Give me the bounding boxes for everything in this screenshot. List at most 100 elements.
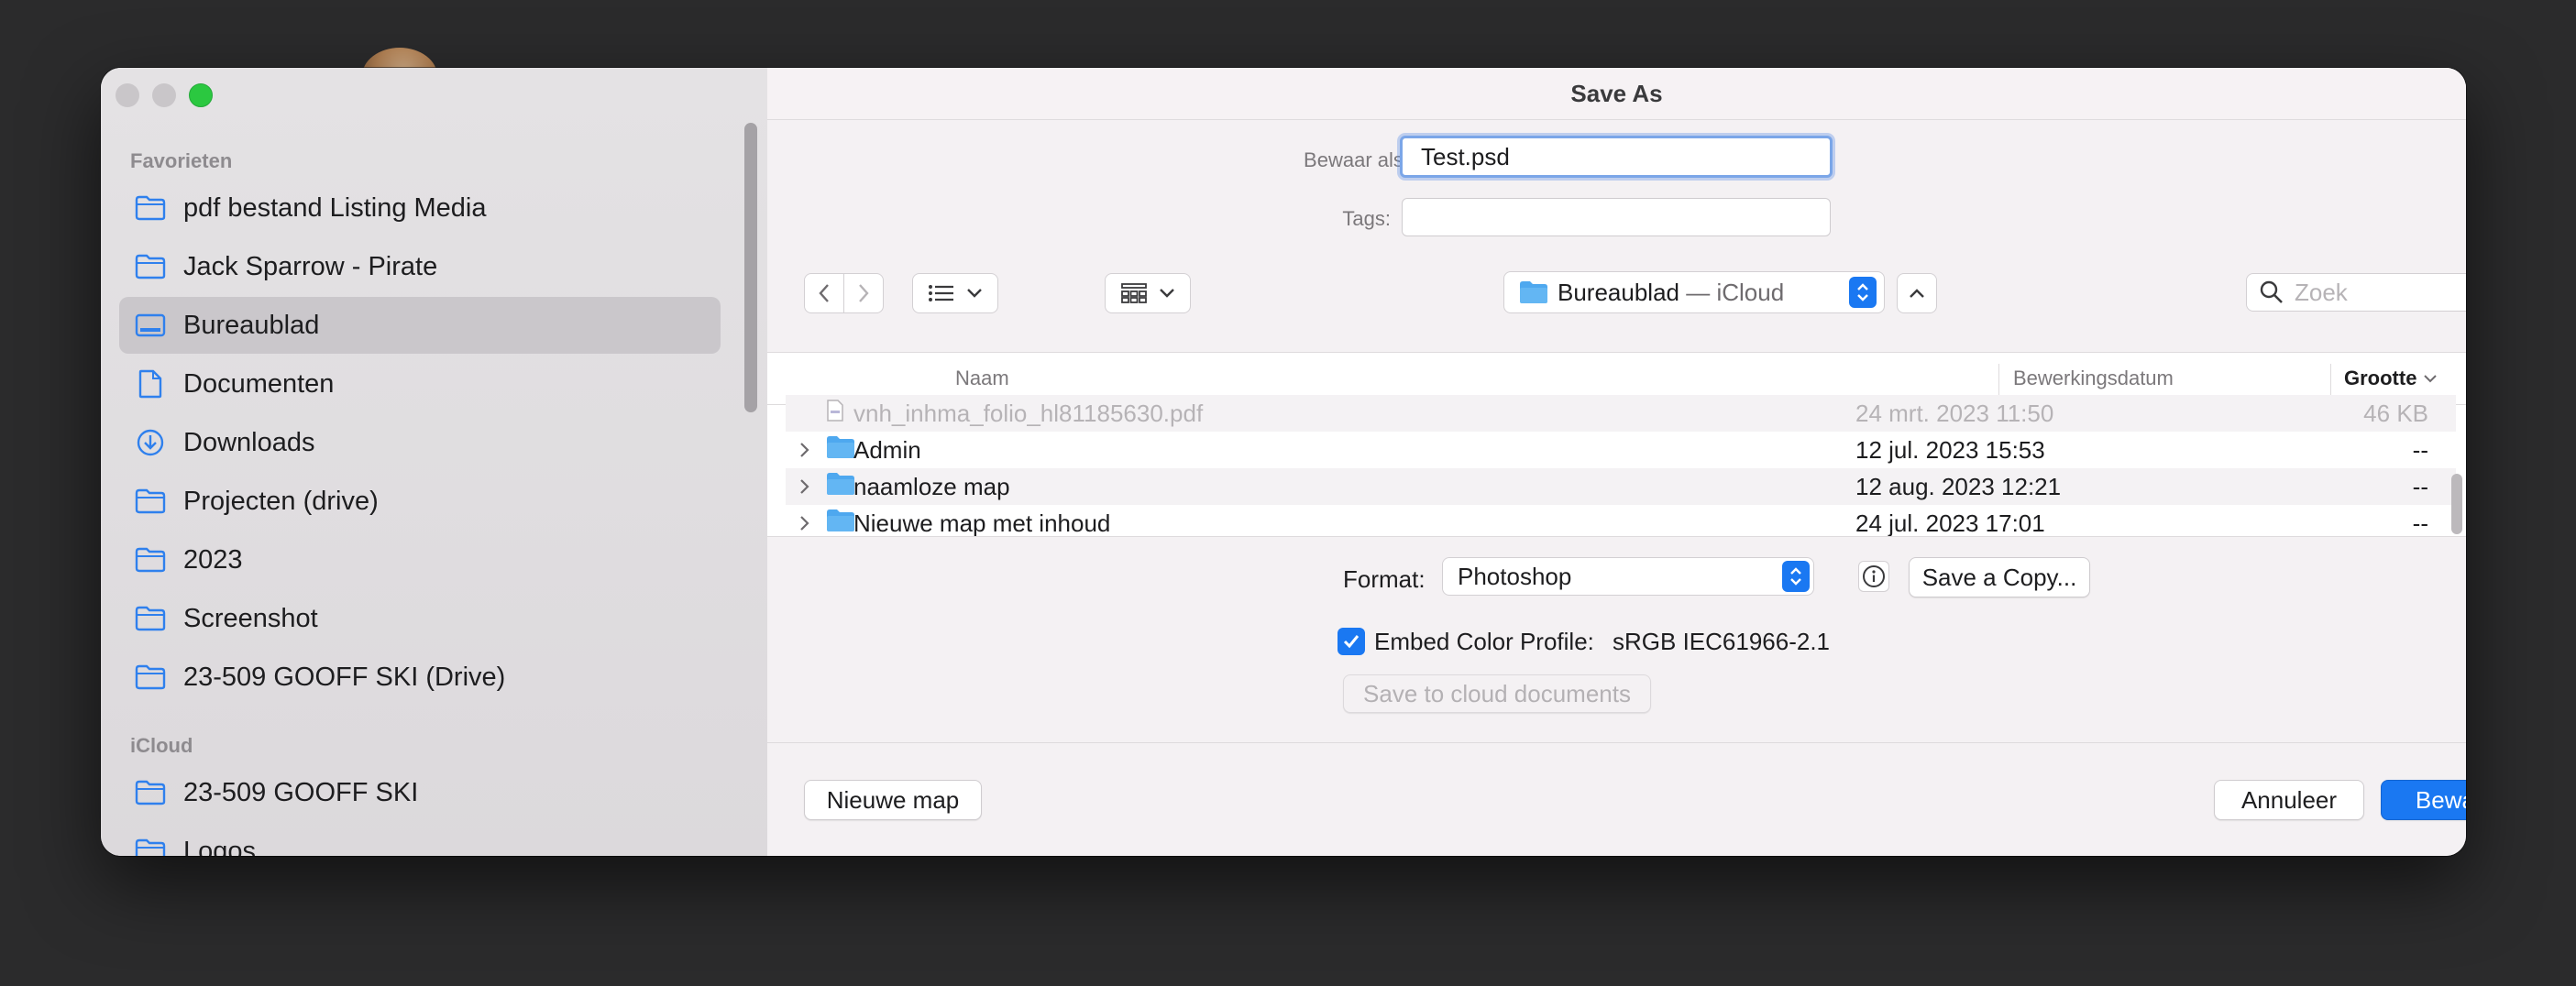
updown-chevron-icon — [1849, 277, 1877, 308]
folder-icon — [134, 602, 167, 635]
location-name: Bureaublad — [1558, 278, 1679, 306]
tags-label: Tags: — [1342, 207, 1391, 230]
list-view-button[interactable] — [912, 273, 998, 313]
table-row[interactable]: naamloze map 12 aug. 2023 12:21 -- — [786, 468, 2456, 505]
folder-icon — [134, 485, 167, 518]
folder-icon — [826, 435, 855, 466]
file-name: Nieuwe map met inhoud — [853, 509, 1111, 537]
location-suffix: — iCloud — [1679, 278, 1785, 306]
folder-icon — [134, 250, 167, 283]
sidebar-item-projecten[interactable]: Projecten (drive) — [119, 473, 721, 530]
folder-icon — [826, 472, 855, 502]
save-dialog: Favorieten pdf bestand Listing Media Jac… — [101, 68, 2466, 856]
disclosure-chevron-icon[interactable] — [795, 514, 813, 532]
file-size: -- — [2412, 435, 2428, 464]
updown-chevron-icon — [1782, 561, 1810, 592]
sidebar-item-documenten[interactable]: Documenten — [119, 356, 721, 412]
table-row[interactable]: vnh_inhma_folio_hl81185630.pdf 24 mrt. 2… — [786, 395, 2456, 432]
folder-icon — [134, 192, 167, 225]
sidebar-item-jack-sparrow[interactable]: Jack Sparrow - Pirate — [119, 238, 721, 295]
table-row[interactable]: Nieuwe map met inhoud 24 jul. 2023 17:01… — [786, 505, 2456, 537]
grid-view-button[interactable] — [1105, 273, 1191, 313]
column-separator — [1998, 364, 1999, 395]
format-label: Format: — [1343, 565, 1426, 593]
save-button[interactable]: Bewaar — [2381, 780, 2466, 820]
info-icon — [1863, 565, 1885, 587]
save-a-copy-button[interactable]: Save a Copy... — [1909, 557, 2090, 597]
folder-icon — [134, 543, 167, 576]
table-row[interactable]: Admin 12 jul. 2023 15:53 -- — [786, 432, 2456, 468]
document-icon — [134, 367, 167, 400]
cancel-button[interactable]: Annuleer — [2214, 780, 2364, 820]
sidebar-item-label: Projecten (drive) — [183, 486, 379, 516]
disclosure-chevron-icon[interactable] — [795, 441, 813, 459]
embed-color-profile-checkbox[interactable] — [1338, 628, 1365, 655]
sidebar-item-2023[interactable]: 2023 — [119, 531, 721, 588]
file-date: 24 jul. 2023 17:01 — [1855, 509, 2045, 537]
sidebar-item-label: 23-509 GOOFF SKI (Drive) — [183, 662, 506, 692]
sidebar-item-logos[interactable]: Logos — [119, 823, 721, 856]
folder-icon — [1519, 280, 1548, 304]
footer-divider — [767, 742, 2466, 743]
sidebar-item-label: Logos — [183, 836, 257, 857]
chevron-down-icon — [1160, 289, 1174, 298]
file-name: vnh_inhma_folio_hl81185630.pdf — [853, 399, 1204, 427]
search-icon — [2260, 280, 2283, 303]
sidebar-section-favorites: Favorieten — [130, 149, 233, 172]
chevron-left-icon — [819, 284, 829, 302]
sidebar-section-icloud: iCloud — [130, 734, 193, 757]
location-popup[interactable]: Bureaublad — iCloud — [1503, 271, 1885, 313]
save-as-label: Bewaar als: — [1304, 148, 1409, 171]
file-list-scrollbar[interactable] — [2451, 474, 2462, 534]
back-button[interactable] — [804, 273, 844, 313]
sidebar-item-screenshot[interactable]: Screenshot — [119, 590, 721, 647]
search-field[interactable]: Zoek — [2246, 273, 2466, 312]
folder-icon — [134, 835, 167, 856]
minimize-window-button[interactable] — [152, 83, 176, 107]
sidebar-item-gooff-ski[interactable]: 23-509 GOOFF SKI — [119, 764, 721, 821]
sidebar-item-label: Downloads — [183, 427, 315, 457]
zoom-window-button[interactable] — [189, 83, 213, 107]
save-to-cloud-button[interactable]: Save to cloud documents — [1343, 674, 1651, 713]
column-separator — [2330, 364, 2331, 395]
file-list: Naam Bewerkingsdatum Grootte vnh_inhma_f… — [767, 352, 2466, 537]
search-placeholder: Zoek — [2295, 278, 2348, 306]
sidebar-item-bureaublad[interactable]: Bureaublad — [119, 297, 721, 354]
folder-icon — [134, 661, 167, 694]
sidebar-scrollbar[interactable] — [744, 123, 757, 412]
file-date: 12 jul. 2023 15:53 — [1855, 435, 2045, 464]
pdf-file-icon — [826, 399, 844, 428]
grid-view-icon — [1121, 283, 1147, 303]
dialog-title: Save As — [767, 68, 2466, 120]
sidebar-item-label: pdf bestand Listing Media — [183, 192, 487, 223]
sidebar-item-label: 2023 — [183, 544, 243, 575]
tags-input[interactable] — [1402, 198, 1831, 236]
file-size: -- — [2412, 509, 2428, 537]
sidebar-item-label: Documenten — [183, 368, 335, 399]
chevron-down-icon — [967, 289, 982, 298]
sidebar-item-downloads[interactable]: Downloads — [119, 414, 721, 471]
parent-folder-button[interactable] — [1897, 273, 1937, 313]
disclosure-chevron-icon[interactable] — [795, 477, 813, 496]
sidebar-item-label: Bureaublad — [183, 310, 320, 340]
file-date: 12 aug. 2023 12:21 — [1855, 472, 2062, 500]
filename-input[interactable]: Test.psd — [1400, 136, 1833, 178]
chevron-right-icon — [859, 284, 869, 302]
forward-button[interactable] — [843, 273, 884, 313]
info-button[interactable] — [1858, 561, 1889, 592]
desktop-icon — [134, 309, 167, 342]
embed-color-profile-value: sRGB IEC61966-2.1 — [1613, 628, 1831, 655]
sidebar-item-pdf-bestand[interactable]: pdf bestand Listing Media — [119, 180, 721, 236]
close-window-button[interactable] — [116, 83, 139, 107]
sidebar-item-gooff-ski-drive[interactable]: 23-509 GOOFF SKI (Drive) — [119, 649, 721, 706]
main-panel: Save As Bewaar als: Test.psd Tags: Burea… — [767, 68, 2466, 856]
new-folder-button[interactable]: Nieuwe map — [804, 780, 982, 820]
folder-icon — [134, 776, 167, 809]
embed-color-profile-label: Embed Color Profile: — [1374, 628, 1594, 655]
list-view-icon — [929, 285, 953, 301]
checkmark-icon — [1343, 635, 1360, 649]
folder-icon — [826, 509, 855, 537]
sidebar-item-label: Jack Sparrow - Pirate — [183, 251, 438, 281]
format-popup[interactable]: Photoshop — [1442, 557, 1814, 596]
format-value: Photoshop — [1458, 562, 1572, 590]
